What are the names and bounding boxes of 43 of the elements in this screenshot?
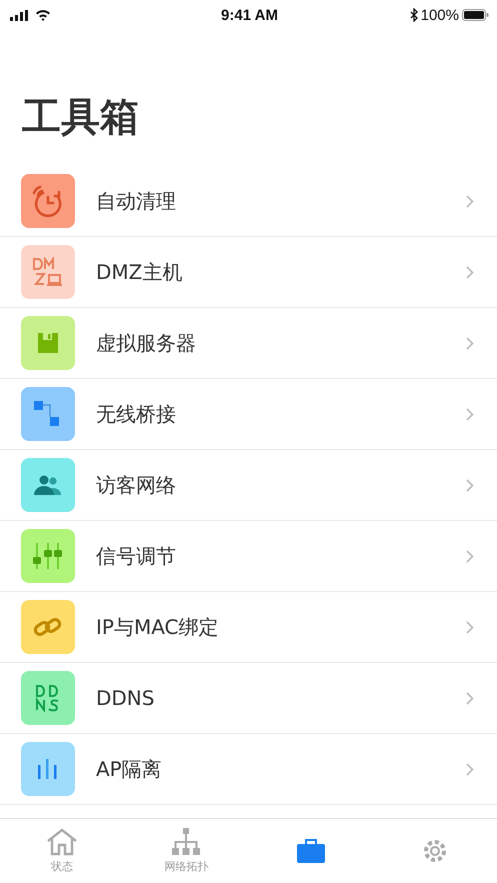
battery-icon xyxy=(462,9,489,21)
tool-list-item[interactable]: AP隔离 xyxy=(0,734,497,805)
chevron-icon xyxy=(466,194,474,208)
chevron-icon xyxy=(466,762,474,776)
people-icon xyxy=(34,475,62,495)
tool-label: 自动清理 xyxy=(96,188,177,214)
tool-list-item[interactable]: 无线桥接 xyxy=(0,379,497,450)
dmz-icon xyxy=(31,257,65,287)
tool-label: 访客网络 xyxy=(96,472,177,498)
chevron-icon xyxy=(466,478,474,492)
house-icon xyxy=(46,828,78,856)
tab-label: 状态 xyxy=(51,859,74,874)
chevron-icon xyxy=(466,336,474,350)
tool-list-item[interactable]: 虚拟服务器 xyxy=(0,308,497,379)
tool-list-item[interactable]: DMZ主机 xyxy=(0,237,497,308)
tool-label: AP隔离 xyxy=(96,756,163,782)
wifi-icon xyxy=(35,9,51,21)
tool-label: 虚拟服务器 xyxy=(96,330,197,356)
tool-label: DDNS xyxy=(96,686,156,710)
bluetooth-icon xyxy=(410,8,418,22)
tool-list-item[interactable]: 访客网络 xyxy=(0,450,497,521)
link-icon xyxy=(33,615,63,639)
toolbox-icon xyxy=(296,838,326,864)
tool-list-item[interactable]: DDNS xyxy=(0,663,497,734)
page-title: 工具箱 xyxy=(22,94,140,142)
chevron-icon xyxy=(466,620,474,634)
tool-list-item[interactable]: 信号调节 xyxy=(0,521,497,592)
tool-label: DMZ主机 xyxy=(96,258,184,286)
sliders-icon xyxy=(33,541,63,571)
tab-label: 网络拓扑 xyxy=(164,859,208,874)
tool-label: IP与MAC绑定 xyxy=(96,614,220,640)
chevron-icon xyxy=(466,550,474,562)
chevron-icon xyxy=(466,408,474,420)
battery-percent: 100% xyxy=(420,6,459,24)
tool-label: 无线桥接 xyxy=(96,400,177,428)
tool-label: 信号调节 xyxy=(96,542,177,570)
signal-icon xyxy=(10,10,30,20)
tool-list-item[interactable]: 自动清理 xyxy=(0,166,497,237)
tool-list-item[interactable]: IP与MAC绑定 xyxy=(0,592,497,663)
chevron-icon xyxy=(466,692,474,704)
network-tree-icon xyxy=(170,828,202,856)
chevron-icon xyxy=(466,266,474,278)
status-time: 9:41 AM xyxy=(221,6,278,24)
